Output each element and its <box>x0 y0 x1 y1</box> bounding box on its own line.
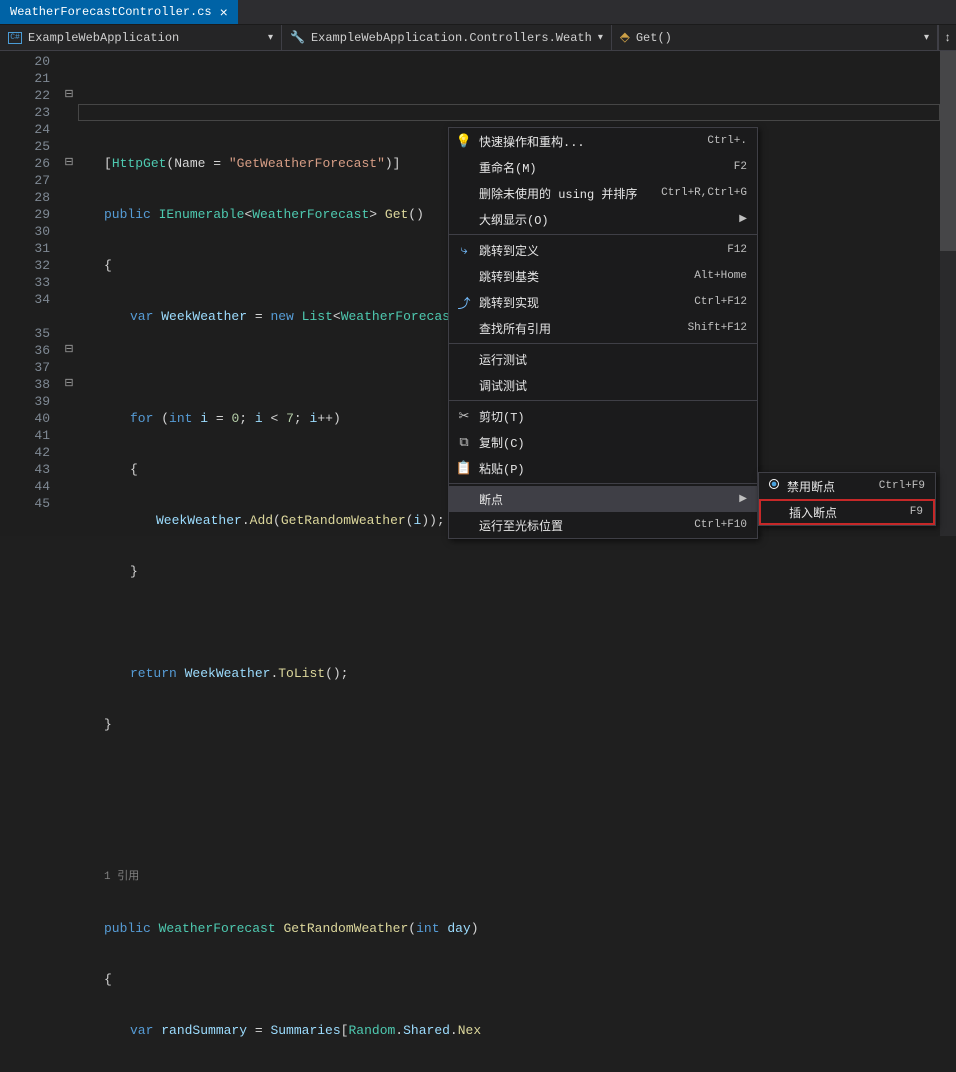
crumb-method[interactable]: ⬘ Get() ▾ <box>612 25 938 50</box>
chevron-down-icon[interactable]: ▾ <box>268 32 273 44</box>
chevron-right-icon: ▶ <box>739 493 747 505</box>
chevron-down-icon[interactable]: ▾ <box>924 32 929 44</box>
menu-run-tests[interactable]: 运行测试 <box>449 346 757 372</box>
menu-remove-using[interactable]: 删除未使用的 using 并排序Ctrl+R,Ctrl+G <box>449 180 757 206</box>
paste-icon: 📋 <box>455 461 473 476</box>
menu-cut[interactable]: ✂剪切(T) <box>449 403 757 429</box>
menu-separator <box>449 400 757 401</box>
method-icon: ⬘ <box>620 30 630 45</box>
menu-separator <box>449 343 757 344</box>
lightbulb-icon: 💡 <box>455 134 473 149</box>
menu-goto-impl[interactable]: ⤴跳转到实现Ctrl+F12 <box>449 289 757 315</box>
menu-paste[interactable]: 📋粘贴(P) <box>449 455 757 481</box>
cut-icon: ✂ <box>455 409 473 424</box>
menu-separator <box>449 234 757 235</box>
line-numbers: 2021222324252627282930313233343536373839… <box>0 51 60 536</box>
context-menu: 💡快速操作和重构...Ctrl+. 重命名(M)F2 删除未使用的 using … <box>448 127 758 539</box>
menu-goto-base[interactable]: 跳转到基类Alt+Home <box>449 263 757 289</box>
file-tab[interactable]: WeatherForecastController.cs × <box>0 0 238 24</box>
chevron-down-icon[interactable]: ▾ <box>598 32 603 44</box>
goto-def-icon: ⤷ <box>455 243 473 258</box>
submenu-insert-breakpoint[interactable]: 插入断点F9 <box>759 499 935 525</box>
menu-find-refs[interactable]: 查找所有引用Shift+F12 <box>449 315 757 341</box>
crumb-class[interactable]: 🔧 ExampleWebApplication.Controllers.Weat… <box>282 25 612 50</box>
fold-column[interactable]: ⊟⊟⊟⊟ <box>60 51 78 536</box>
menu-breakpoint[interactable]: 断点▶ <box>449 486 757 512</box>
crumb-label: Get() <box>636 31 672 45</box>
scrollbar-thumb[interactable] <box>940 51 956 251</box>
menu-debug-tests[interactable]: 调试测试 <box>449 372 757 398</box>
class-icon: 🔧 <box>290 30 305 45</box>
csharp-icon: C# <box>8 32 22 44</box>
menu-outline[interactable]: 大纲显示(O)▶ <box>449 206 757 232</box>
submenu-disable-breakpoint[interactable]: 禁用断点Ctrl+F9 <box>759 473 935 499</box>
split-icon[interactable]: ↕ <box>938 25 956 50</box>
breakpoint-submenu: 禁用断点Ctrl+F9 插入断点F9 <box>758 472 936 526</box>
breakpoint-disable-icon <box>765 479 783 493</box>
vertical-scrollbar[interactable] <box>940 51 956 536</box>
chevron-right-icon: ▶ <box>739 213 747 225</box>
menu-copy[interactable]: ⧉复制(C) <box>449 429 757 455</box>
current-line-highlight <box>78 104 940 121</box>
menu-rename[interactable]: 重命名(M)F2 <box>449 154 757 180</box>
close-icon[interactable]: × <box>220 5 228 19</box>
breadcrumb: C# ExampleWebApplication ▾ 🔧 ExampleWebA… <box>0 25 956 51</box>
copy-icon: ⧉ <box>455 435 473 450</box>
menu-separator <box>449 483 757 484</box>
crumb-label: ExampleWebApplication.Controllers.Weath <box>311 31 592 45</box>
crumb-project[interactable]: C# ExampleWebApplication ▾ <box>0 25 282 50</box>
crumb-label: ExampleWebApplication <box>28 31 179 45</box>
tab-title: WeatherForecastController.cs <box>10 5 212 19</box>
codelens[interactable]: 1 引用 <box>78 869 940 886</box>
tab-bar: WeatherForecastController.cs × <box>0 0 956 25</box>
goto-impl-icon: ⤴ <box>455 293 473 312</box>
menu-quick-actions[interactable]: 💡快速操作和重构...Ctrl+. <box>449 128 757 154</box>
menu-goto-def[interactable]: ⤷跳转到定义F12 <box>449 237 757 263</box>
menu-run-to-cursor[interactable]: 运行至光标位置Ctrl+F10 <box>449 512 757 538</box>
